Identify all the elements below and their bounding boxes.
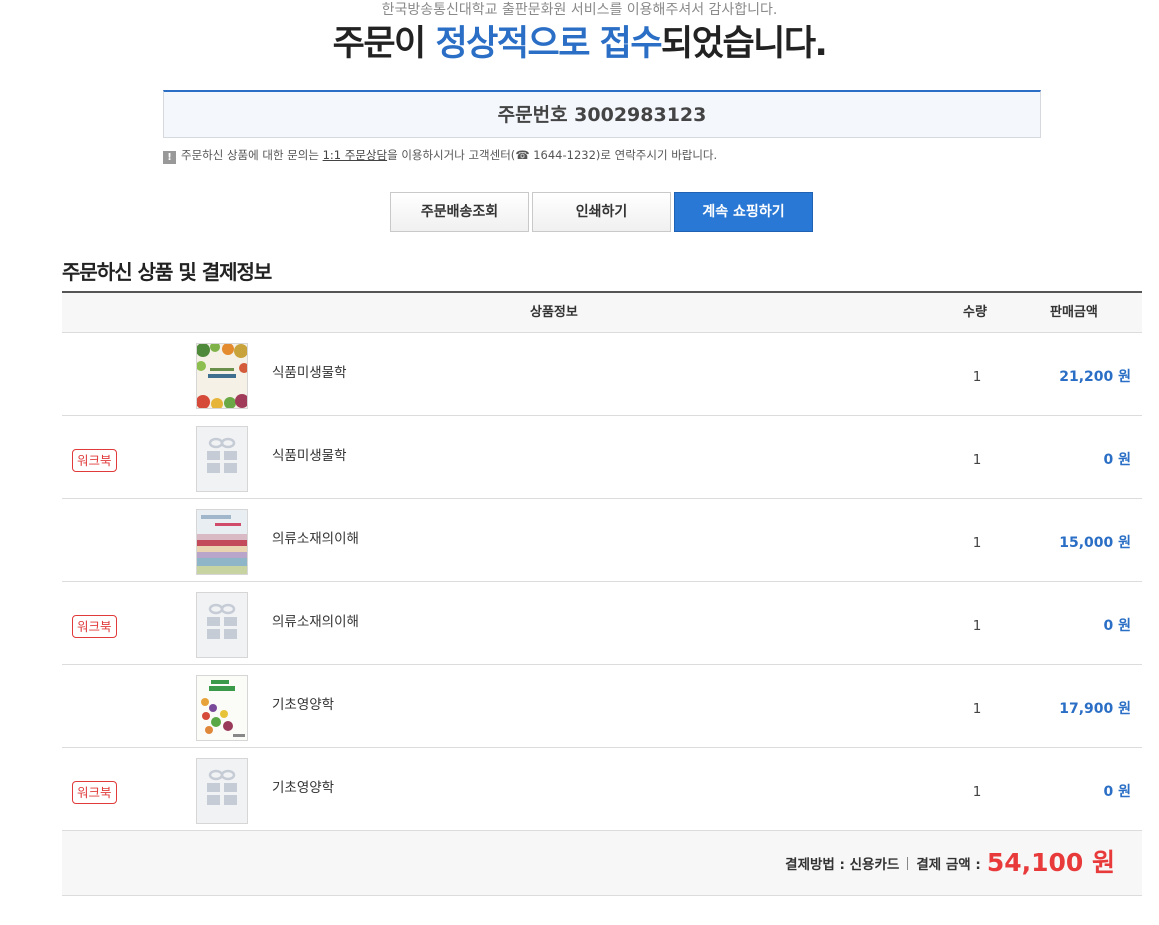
product-price: 15,000 원 xyxy=(1059,535,1131,551)
payment-summary-line: 결제방법 : 신용카드 결제 금액 : 54,100 원 xyxy=(785,848,1115,880)
payment-summary: 결제방법 : 신용카드 결제 금액 : 54,100 원 xyxy=(62,831,1142,896)
book-cover-textiles-image[interactable] xyxy=(196,509,248,575)
order-number-value: 3002983123 xyxy=(574,104,707,126)
product-quantity: 1 xyxy=(972,784,982,800)
page-title: 주문이 정상적으로 접수되었습니다. xyxy=(0,20,1159,68)
product-name[interactable]: 기초영양학 xyxy=(272,695,334,715)
table-header: 상품정보 수량 판매금액 xyxy=(62,293,1142,333)
header-product-info: 상품정보 xyxy=(530,305,578,320)
header-price: 판매금액 xyxy=(1050,305,1098,320)
workbook-badge: 워크북 xyxy=(72,449,117,472)
product-price: 0 원 xyxy=(1103,452,1132,468)
product-name[interactable]: 식품미생물학 xyxy=(272,363,347,383)
product-price: 0 원 xyxy=(1103,618,1132,634)
table-row: 워크북 식품미생물학 1 0 원 xyxy=(62,416,1142,499)
notice-icon: ! xyxy=(163,151,176,164)
contact-notice: ! 주문하신 상품에 대한 문의는 1:1 주문상담을 이용하시거나 고객센터(☎… xyxy=(163,146,717,164)
product-name[interactable]: 식품미생물학 xyxy=(272,446,347,466)
payment-total-amount: 54,100 원 xyxy=(986,848,1115,877)
title-suffix: 되었습니다. xyxy=(661,24,828,64)
gift-placeholder-icon[interactable] xyxy=(196,592,248,658)
product-price: 0 원 xyxy=(1103,784,1132,800)
product-name[interactable]: 의류소재의이해 xyxy=(272,529,359,549)
title-highlight: 정상적으로 접수 xyxy=(435,24,662,64)
order-number-label: 주문번호 xyxy=(497,104,568,126)
title-prefix: 주문이 xyxy=(332,24,436,64)
table-row: 워크북 의류소재의이해 1 0 원 xyxy=(62,582,1142,665)
product-quantity: 1 xyxy=(972,535,982,551)
notice-text-before: 주문하신 상품에 대한 문의는 xyxy=(181,148,323,162)
table-row: 의류소재의이해 1 15,000 원 xyxy=(62,499,1142,582)
product-name[interactable]: 의류소재의이해 xyxy=(272,612,359,632)
book-cover-food-microbiology-image[interactable] xyxy=(196,343,248,409)
gift-placeholder-icon[interactable] xyxy=(196,758,248,824)
product-price: 17,900 원 xyxy=(1059,701,1131,717)
thanks-message: 한국방송통신대학교 출판문화원 서비스를 이용해주셔서 감사합니다. xyxy=(381,2,778,18)
table-row: 기초영양학 1 17,900 원 xyxy=(62,665,1142,748)
workbook-badge: 워크북 xyxy=(72,781,117,804)
summary-divider xyxy=(907,857,909,870)
order-items-table: 상품정보 수량 판매금액 식품미생물학 1 21,200 원 워크북 식품미생물… xyxy=(62,291,1142,896)
section-title: 주문하신 상품 및 결제정보 xyxy=(62,260,272,284)
gift-placeholder-icon[interactable] xyxy=(196,426,248,492)
track-order-button[interactable]: 주문배송조회 xyxy=(390,192,529,232)
print-button[interactable]: 인쇄하기 xyxy=(532,192,671,232)
continue-shopping-button[interactable]: 계속 쇼핑하기 xyxy=(674,192,813,232)
header-quantity: 수량 xyxy=(963,305,987,320)
payment-amount-label: 결제 금액 : xyxy=(916,857,981,873)
product-price: 21,200 원 xyxy=(1059,369,1131,385)
one-on-one-inquiry-link[interactable]: 1:1 주문상담 xyxy=(323,148,387,162)
table-row: 식품미생물학 1 21,200 원 xyxy=(62,333,1142,416)
order-number-box: 주문번호 3002983123 xyxy=(163,90,1041,138)
product-quantity: 1 xyxy=(972,452,982,468)
product-quantity: 1 xyxy=(972,701,982,717)
workbook-badge: 워크북 xyxy=(72,615,117,638)
payment-method: 결제방법 : 신용카드 xyxy=(785,857,900,873)
product-name[interactable]: 기초영양학 xyxy=(272,778,334,798)
notice-text-after: 을 이용하시거나 고객센터(☎ 1644-1232)로 연락주시기 바랍니다. xyxy=(387,148,718,162)
table-row: 워크북 기초영양학 1 0 원 xyxy=(62,748,1142,831)
book-cover-basic-nutrition-image[interactable] xyxy=(196,675,248,741)
product-quantity: 1 xyxy=(972,618,982,634)
product-quantity: 1 xyxy=(972,369,982,385)
